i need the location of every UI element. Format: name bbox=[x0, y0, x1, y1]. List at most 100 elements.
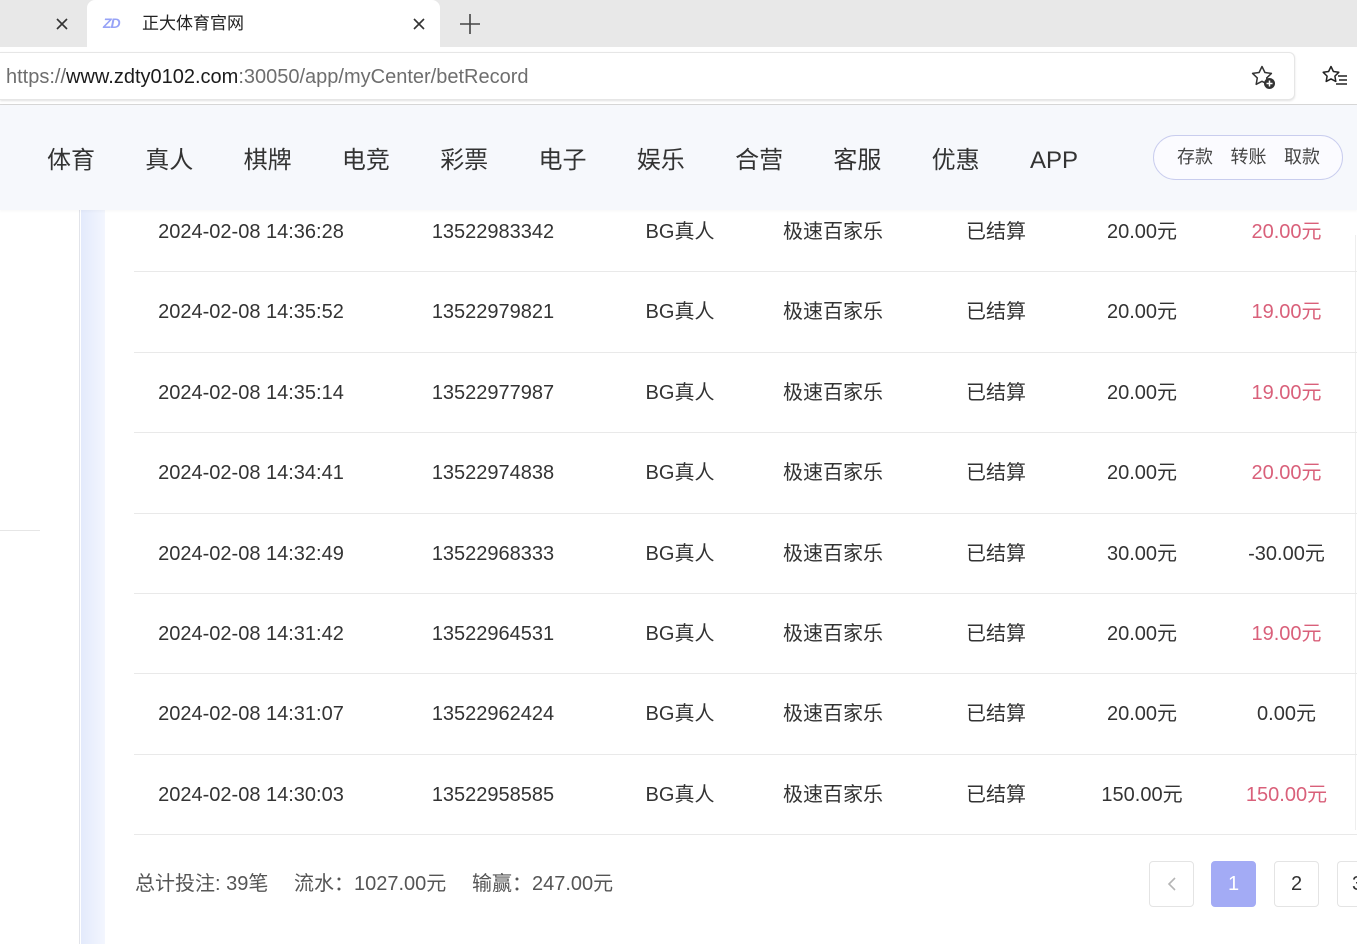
prev-page-button[interactable] bbox=[1149, 861, 1194, 907]
user-center-sidebar bbox=[0, 210, 80, 944]
win-loss-cell: 19.00元 bbox=[1251, 301, 1322, 324]
bet-amount-cell: 30.00元 bbox=[1106, 542, 1178, 565]
url-scheme: https:// bbox=[6, 66, 67, 88]
platform-cell: BG真人 bbox=[645, 221, 715, 243]
nav-item-app[interactable]: APP bbox=[1030, 108, 1128, 210]
status-cell: 已结算 bbox=[966, 381, 1026, 404]
bet-time-cell: 2024-02-08 14:31:42 bbox=[158, 622, 344, 645]
nav-item-esports[interactable]: 电竞 bbox=[342, 108, 440, 210]
nav-item-support[interactable]: 客服 bbox=[833, 108, 931, 210]
bet-amount-cell: 20.00元 bbox=[1106, 221, 1178, 243]
bet-amount-cell: 20.00元 bbox=[1106, 301, 1178, 324]
status-cell: 已结算 bbox=[966, 783, 1026, 806]
bet-time-cell: 2024-02-08 14:32:49 bbox=[158, 542, 344, 565]
game-cell: 极速百家乐 bbox=[783, 783, 883, 806]
table-row: 2024-02-08 14:31:42 13522964531 BG真人 极速百家乐 已… bbox=[134, 594, 1357, 675]
table-row: 2024-02-08 14:35:14 13522977987 BG真人 极速百家乐 已… bbox=[134, 353, 1357, 434]
table-row: 2024-02-08 14:30:03 13522958585 BG真人 极速百家乐 已… bbox=[134, 755, 1357, 836]
browser-tab-active[interactable]: ZD 正大体育官网 bbox=[87, 0, 440, 47]
close-icon[interactable] bbox=[409, 14, 429, 34]
win-loss-cell: 150.00元 bbox=[1245, 783, 1328, 806]
address-bar[interactable]: https://www.zdty0102.com:30050/app/myCen… bbox=[0, 52, 1295, 100]
transfer-button[interactable]: 转账 bbox=[1231, 136, 1285, 179]
nav-item-promotions[interactable]: 优惠 bbox=[932, 108, 1030, 210]
site-logo-icon: ZD bbox=[103, 15, 121, 31]
bet-number-cell: 13522958585 bbox=[431, 783, 555, 806]
table-row: 2024-02-08 14:35:52 13522979821 BG真人 极速百家乐 已… bbox=[134, 272, 1357, 353]
game-cell: 极速百家乐 bbox=[783, 462, 883, 485]
platform-cell: BG真人 bbox=[645, 542, 715, 565]
turnover-total: 流水：1027.00元 bbox=[294, 873, 447, 895]
close-icon[interactable] bbox=[52, 14, 72, 34]
wallet-actions: 存款 转账 取款 bbox=[1153, 135, 1343, 180]
bet-number-cell: 13522974838 bbox=[431, 462, 555, 485]
nav-item-entertainment[interactable]: 娱乐 bbox=[637, 108, 735, 210]
win-loss-cell: 20.00元 bbox=[1251, 462, 1322, 485]
favorites-list-icon[interactable] bbox=[1321, 64, 1349, 90]
status-cell: 已结算 bbox=[966, 462, 1026, 485]
platform-cell: BG真人 bbox=[645, 462, 715, 485]
bet-time-cell: 2024-02-08 14:31:07 bbox=[158, 703, 344, 726]
status-cell: 已结算 bbox=[966, 542, 1026, 565]
platform-cell: BG真人 bbox=[645, 622, 715, 645]
url-host: www.zdty0102.com bbox=[66, 66, 239, 88]
win-loss-cell: -30.00元 bbox=[1248, 542, 1325, 565]
win-loss-cell: 0.00元 bbox=[1257, 703, 1316, 726]
table-row: 2024-02-08 14:34:41 13522974838 BG真人 极速百家乐 已… bbox=[134, 433, 1357, 514]
browser-tab-strip: ZD 正大体育官网 bbox=[0, 0, 1357, 47]
bet-amount-cell: 20.00元 bbox=[1106, 622, 1178, 645]
site-navigation: 体育 真人 棋牌 电竞 彩票 电子 娱乐 合营 客服 优惠 APP 存款 转账 … bbox=[0, 105, 1357, 210]
url-text[interactable]: https://www.zdty0102.com:30050/app/myCen… bbox=[6, 65, 529, 89]
game-cell: 极速百家乐 bbox=[783, 301, 883, 324]
status-cell: 已结算 bbox=[966, 301, 1026, 324]
win-loss-cell: 19.00元 bbox=[1251, 622, 1322, 645]
sidebar-divider bbox=[0, 530, 40, 531]
nav-item-lottery[interactable]: 彩票 bbox=[440, 108, 538, 210]
page-button-1[interactable]: 1 bbox=[1211, 861, 1256, 907]
star-plus-icon[interactable] bbox=[1250, 64, 1276, 90]
game-cell: 极速百家乐 bbox=[783, 221, 883, 243]
nav-item-affiliate[interactable]: 合营 bbox=[735, 108, 833, 210]
url-path: :30050/app/myCenter/betRecord bbox=[238, 66, 529, 88]
game-cell: 极速百家乐 bbox=[783, 622, 883, 645]
nav-item-cards[interactable]: 棋牌 bbox=[244, 108, 342, 210]
nav-item-slots[interactable]: 电子 bbox=[538, 108, 636, 210]
bet-number-cell: 13522977987 bbox=[431, 381, 555, 404]
bet-amount-cell: 20.00元 bbox=[1106, 381, 1178, 404]
game-cell: 极速百家乐 bbox=[783, 542, 883, 565]
withdraw-button[interactable]: 取款 bbox=[1284, 136, 1338, 179]
bet-number-cell: 13522964531 bbox=[431, 622, 555, 645]
platform-cell: BG真人 bbox=[645, 703, 715, 726]
win-loss-cell: 19.00元 bbox=[1251, 381, 1322, 404]
deposit-button[interactable]: 存款 bbox=[1177, 136, 1231, 179]
bet-number-cell: 13522983342 bbox=[431, 221, 555, 243]
page-content: 2024-02-08 14:36:28 13522983342 BG真人 极速百家乐已… bbox=[0, 210, 1357, 944]
page-button-3[interactable]: 3 bbox=[1337, 861, 1357, 907]
nav-item-sports[interactable]: 体育 bbox=[47, 108, 145, 210]
bet-time-cell: 2024-02-08 14:30:03 bbox=[158, 783, 344, 806]
game-cell: 极速百家乐 bbox=[783, 381, 883, 404]
table-row: 2024-02-08 14:36:28 13522983342 BG真人 极速百家乐 已… bbox=[134, 210, 1357, 273]
main-menu: 体育 真人 棋牌 电竞 彩票 电子 娱乐 合营 客服 优惠 APP bbox=[47, 108, 1128, 210]
plus-icon[interactable] bbox=[458, 12, 482, 36]
page-button-2[interactable]: 2 bbox=[1274, 861, 1319, 907]
win-loss-cell: 20.00元 bbox=[1251, 221, 1322, 243]
table-row: 2024-02-08 14:32:49 13522968333 BG真人 极速百家乐 已… bbox=[134, 514, 1357, 594]
nav-item-live-casino[interactable]: 真人 bbox=[145, 108, 243, 210]
status-cell: 已结算 bbox=[966, 703, 1026, 726]
table-row: 2024-02-08 14:31:07 13522962424 BG真人 极速百家乐 已… bbox=[134, 674, 1357, 755]
bet-time-cell: 2024-02-08 14:35:14 bbox=[158, 381, 344, 404]
chevron-left-icon bbox=[1167, 876, 1177, 892]
browser-tab-background[interactable] bbox=[0, 0, 86, 47]
platform-cell: BG真人 bbox=[645, 301, 715, 324]
bet-record-table: 2024-02-08 14:36:28 13522983342 BG真人 极速百家乐已… bbox=[134, 210, 1357, 836]
game-cell: 极速百家乐 bbox=[783, 703, 883, 726]
bet-amount-cell: 20.00元 bbox=[1106, 462, 1178, 485]
bet-number-cell: 13522968333 bbox=[431, 542, 555, 565]
browser-toolbar: https://www.zdty0102.com:30050/app/myCen… bbox=[0, 47, 1357, 105]
win-loss-total: 输赢：247.00元 bbox=[472, 873, 614, 895]
bet-amount-cell: 150.00元 bbox=[1101, 783, 1183, 806]
platform-cell: BG真人 bbox=[645, 783, 715, 806]
total-bets-count: 总计投注: 39笔 bbox=[135, 873, 269, 895]
bet-time-cell: 2024-02-08 14:36:28 bbox=[158, 221, 344, 243]
